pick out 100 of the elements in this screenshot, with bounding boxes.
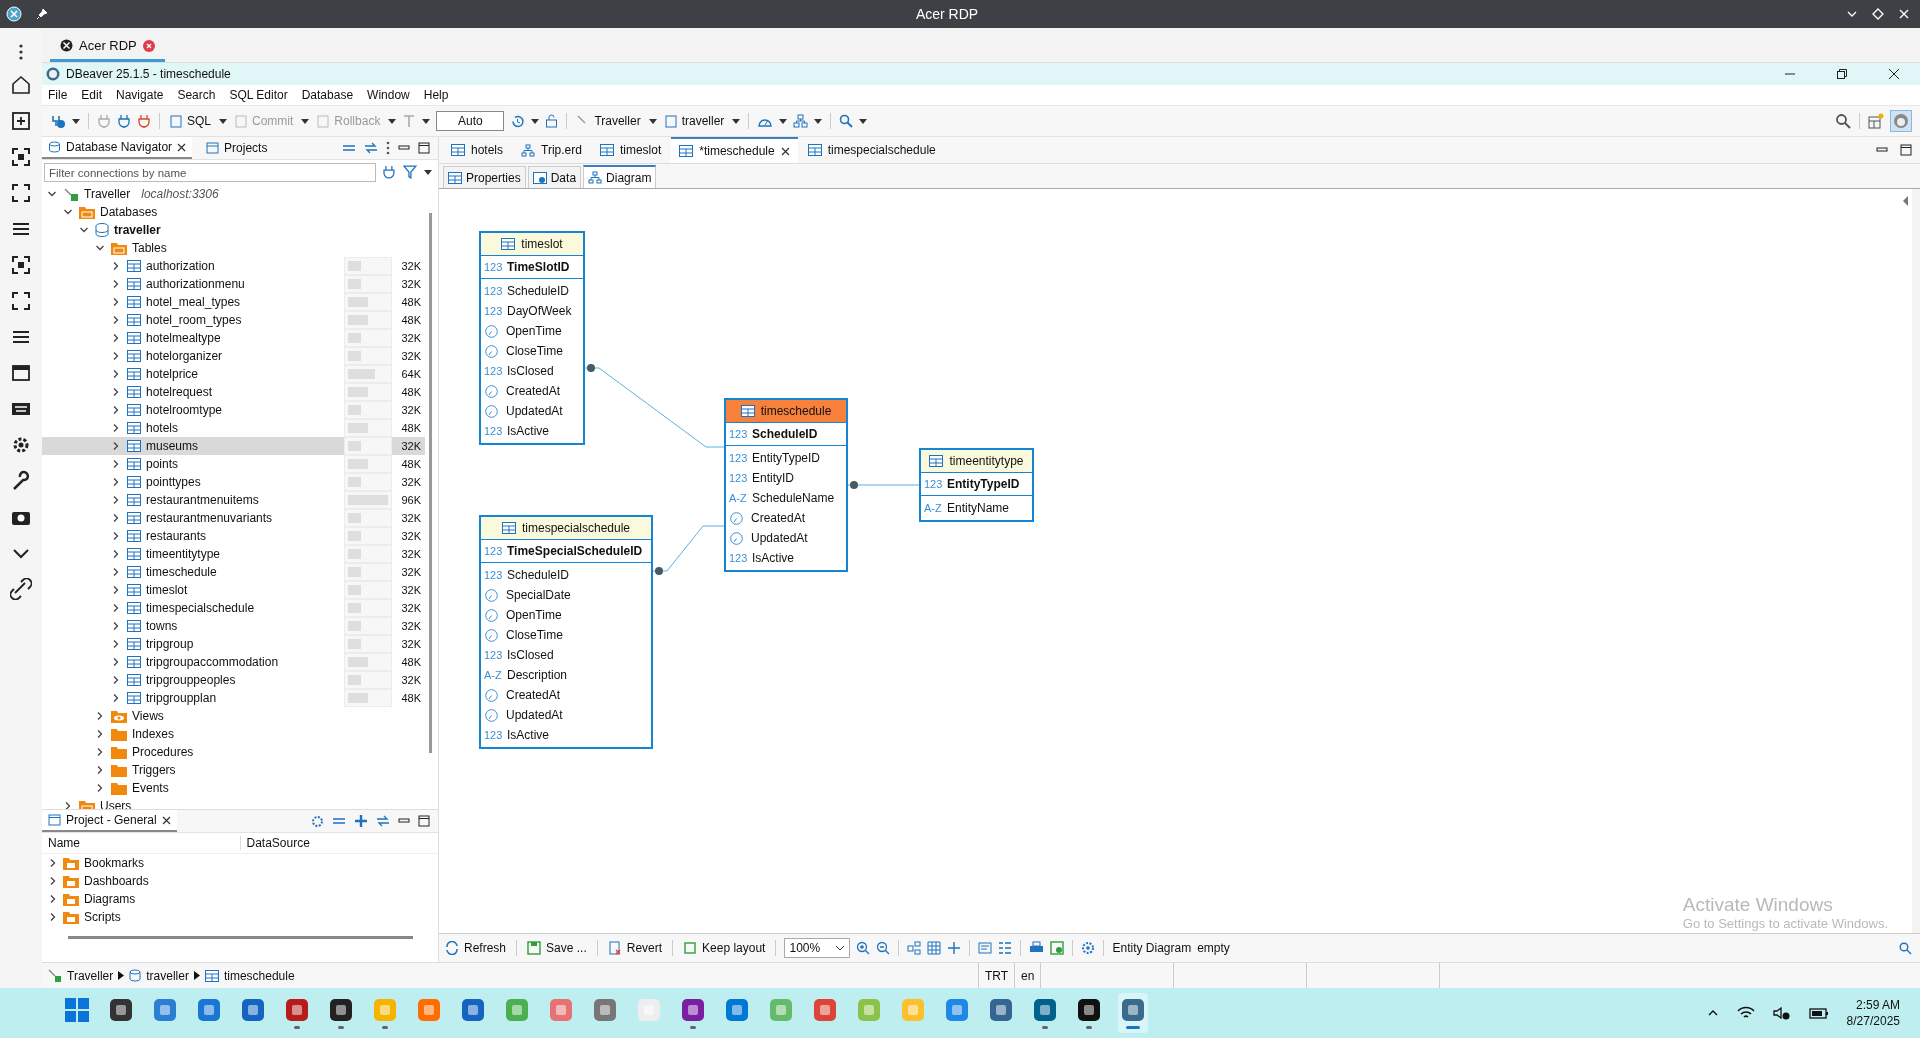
window-icon[interactable]	[10, 362, 32, 384]
tree-item[interactable]: restaurantmenuitems 96K	[42, 491, 425, 509]
tree-item[interactable]: Indexes	[42, 725, 425, 743]
search-icon[interactable]	[1835, 113, 1851, 129]
editor-subtab[interactable]: Properties	[443, 166, 526, 188]
tree-item[interactable]: restaurants 32K	[42, 527, 425, 545]
editor-tab[interactable]: timespecialschedule	[799, 137, 944, 163]
entity-header[interactable]: timeentitytype	[921, 450, 1032, 473]
tree-item[interactable]: hotelorganizer 32K	[42, 347, 425, 365]
dropdown-arrow-icon[interactable]	[301, 118, 310, 124]
panel-tab[interactable]: Project - General	[42, 810, 177, 832]
menu-item[interactable]: Window	[367, 88, 410, 102]
diagram-toolbar-button[interactable]: Refresh	[443, 941, 509, 955]
chevron-icon[interactable]	[111, 513, 121, 523]
chevron-icon[interactable]	[111, 531, 121, 541]
editor-tab[interactable]: *timeschedule	[671, 137, 798, 163]
tree-item[interactable]: timeentitytype 32K	[42, 545, 425, 563]
tree-item[interactable]: timespecialschedule 32K	[42, 599, 425, 617]
list-icon[interactable]	[998, 941, 1013, 955]
export-image-icon[interactable]	[1050, 941, 1065, 955]
wifi-icon[interactable]	[1736, 1006, 1755, 1020]
menu-item[interactable]: File	[48, 88, 68, 102]
speaker-muted-icon[interactable]	[1772, 1006, 1791, 1020]
fullscreen-icon[interactable]	[10, 182, 32, 204]
diagram-toolbar-button[interactable]: Save ...	[525, 941, 589, 955]
chevron-icon[interactable]	[79, 225, 89, 235]
chevron-icon[interactable]	[48, 894, 58, 904]
maximize-icon[interactable]	[418, 142, 430, 154]
tree-item[interactable]: tripgroup 32K	[42, 635, 425, 653]
close-icon[interactable]	[1888, 68, 1900, 80]
menu-item[interactable]: Database	[301, 88, 354, 102]
diagram-toolbar-button[interactable]: Keep layout	[681, 941, 768, 955]
tree-item[interactable]: timeslot 32K	[42, 581, 425, 599]
dropdown-arrow-icon[interactable]	[859, 118, 868, 124]
chevron-icon[interactable]	[95, 711, 105, 721]
chevron-icon[interactable]	[95, 765, 105, 775]
chevron-icon[interactable]	[95, 243, 105, 253]
pin-icon[interactable]	[36, 8, 48, 20]
relationship-line[interactable]	[652, 525, 725, 575]
panel-tab[interactable]: Projects	[200, 137, 274, 159]
restore-icon[interactable]	[1836, 68, 1848, 80]
tree-item[interactable]: towns 32K	[42, 617, 425, 635]
tree-item[interactable]: Databases	[42, 203, 425, 221]
relationship-line[interactable]	[847, 481, 920, 489]
dropdown-arrow-icon[interactable]	[422, 118, 431, 124]
chevron-icon[interactable]	[111, 549, 121, 559]
tree-item[interactable]: tripgrouppeoples 32K	[42, 671, 425, 689]
zoom-dropdown[interactable]: 100%	[784, 938, 851, 958]
connection-selector[interactable]: Traveller	[575, 114, 643, 128]
diagram-toolbar-button[interactable]: Revert	[605, 941, 665, 955]
entity-header[interactable]: timeslot	[481, 233, 583, 256]
close-icon[interactable]	[177, 142, 187, 152]
tree-item[interactable]: authorizationmenu 32K	[42, 275, 425, 293]
tree-item-label[interactable]: Diagrams	[84, 892, 136, 906]
layout-icon[interactable]	[907, 941, 922, 955]
chevron-icon[interactable]	[111, 585, 121, 595]
tree-item[interactable]: Tables	[42, 239, 425, 257]
transaction-mode-field[interactable]: Auto	[436, 111, 505, 131]
move-icon[interactable]	[947, 941, 962, 955]
chevron-icon[interactable]	[111, 405, 121, 415]
expand-icon[interactable]	[10, 290, 32, 312]
tree-item[interactable]: points 48K	[42, 455, 425, 473]
menu-item[interactable]: Help	[423, 88, 449, 102]
chevron-icon[interactable]	[111, 297, 121, 307]
clock[interactable]: 2:59 AM 8/27/2025	[1846, 998, 1900, 1028]
link-editor-icon[interactable]	[364, 142, 378, 154]
chevron-icon[interactable]	[111, 477, 121, 487]
chevron-icon[interactable]	[48, 858, 58, 868]
tree-item[interactable]: hotelroomtype 32K	[42, 401, 425, 419]
tree-item[interactable]: Procedures	[42, 743, 425, 761]
tree-item[interactable]: restaurantmenuvariants 32K	[42, 509, 425, 527]
maximize-icon[interactable]	[418, 815, 430, 827]
collapse-all-icon[interactable]	[342, 143, 356, 153]
chevron-icon[interactable]	[48, 912, 58, 922]
home-icon[interactable]	[10, 74, 32, 96]
entity-box[interactable]: timeschedule 123 ScheduleID 123 EntityTypeID 123 EntityID A-Z ScheduleName CreatedAt UpdatedAt 123 IsActive	[724, 398, 848, 572]
chevron-icon[interactable]	[111, 495, 121, 505]
dropdown-arrow-icon[interactable]	[72, 118, 80, 124]
scrollbar[interactable]	[68, 936, 413, 939]
tree-item[interactable]: tripgroupplan 48K	[42, 689, 425, 707]
panel-tab[interactable]: Database Navigator	[42, 137, 193, 159]
editor-tab[interactable]: hotels	[443, 137, 512, 163]
chevron-icon[interactable]	[63, 801, 73, 809]
chevron-icon[interactable]	[95, 729, 105, 739]
chevron-icon[interactable]	[111, 459, 121, 469]
column-header[interactable]: Name	[42, 836, 241, 850]
menu-item[interactable]: Navigate	[116, 88, 164, 102]
tree-item-label[interactable]: Scripts	[84, 910, 121, 924]
tree-item[interactable]: museums 32K	[42, 437, 425, 455]
chevron-icon[interactable]	[95, 747, 105, 757]
chevron-icon[interactable]	[63, 207, 73, 217]
diamond-icon[interactable]	[1872, 8, 1884, 20]
tree-item[interactable]: Views	[42, 707, 425, 725]
grid-icon[interactable]	[927, 941, 942, 955]
entity-box[interactable]: timespecialschedule 123 TimeSpecialScheduleID 123 ScheduleID SpecialDate OpenTime CloseTime 123 IsClosed A-Z Description CreatedAt UpdatedAt 123 IsActive	[479, 515, 653, 749]
menu-item[interactable]: Search	[177, 88, 216, 102]
chevron-icon[interactable]	[95, 783, 105, 793]
tree-item[interactable]: timeschedule 32K	[42, 563, 425, 581]
chevron-icon[interactable]	[111, 315, 121, 325]
editor-tab[interactable]: Trip.erd	[513, 137, 590, 163]
